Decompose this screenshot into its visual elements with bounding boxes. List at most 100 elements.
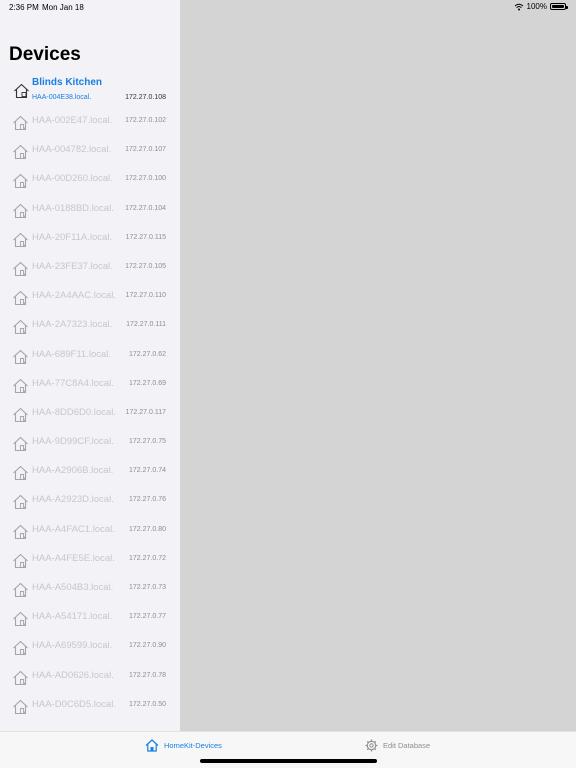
device-row[interactable]: HAA-A4FE5E.local. 172.27.0.72 bbox=[0, 544, 180, 573]
house-icon bbox=[13, 611, 28, 627]
device-ip: 172.27.0.90 bbox=[129, 642, 166, 650]
device-ip: 172.27.0.50 bbox=[129, 700, 166, 708]
device-row[interactable]: HAA-A504B3.local. 172.27.0.73 bbox=[0, 573, 180, 602]
house-icon bbox=[145, 739, 159, 752]
device-host: HAA-23FE37.local. bbox=[32, 260, 113, 272]
device-ip: 172.27.0.108 bbox=[125, 94, 166, 101]
device-ip: 172.27.0.102 bbox=[125, 117, 166, 124]
device-row[interactable]: HAA-9D99CF.local. 172.27.0.75 bbox=[0, 427, 180, 456]
device-row[interactable]: HAA-004782.local. 172.27.0.107 bbox=[0, 135, 180, 164]
device-host: HAA-002E47.local. bbox=[32, 115, 113, 126]
device-row[interactable]: HAA-2A7323.local. 172.27.0.111 bbox=[0, 310, 180, 339]
device-row[interactable]: HAA-002E47.local. 172.27.0.102 bbox=[0, 106, 180, 135]
device-row[interactable]: HAA-A69599.local. 172.27.0.90 bbox=[0, 631, 180, 660]
house-icon bbox=[13, 699, 28, 714]
tab-label: Edit Database bbox=[383, 741, 431, 750]
house-icon bbox=[13, 378, 28, 393]
house-icon bbox=[13, 582, 28, 598]
page-title: Devices bbox=[9, 44, 81, 65]
device-host: HAA-20F11A.local. bbox=[32, 231, 113, 243]
status-bar: 2:36 PM Mon Jan 18 100% bbox=[0, 0, 576, 16]
device-host: HAA-A2906B.local. bbox=[32, 465, 114, 477]
device-row-selected[interactable]: Blinds Kitchen HAA-004E38.local. 172.27.… bbox=[0, 73, 180, 106]
device-row[interactable]: HAA-00D260.local. 172.27.0.100 bbox=[0, 164, 180, 193]
device-host: HAA-9D99CF.local. bbox=[32, 436, 114, 448]
house-icon bbox=[13, 524, 28, 539]
device-ip: 172.27.0.111 bbox=[126, 321, 166, 329]
house-icon bbox=[13, 203, 28, 218]
gear-icon bbox=[365, 739, 378, 752]
device-ip: 172.27.0.110 bbox=[125, 292, 166, 300]
device-ip: 172.27.0.80 bbox=[129, 525, 166, 533]
device-row[interactable]: HAA-8DD6D0.local. 172.27.0.117 bbox=[0, 398, 180, 427]
device-list: Blinds Kitchen HAA-004E38.local. 172.27.… bbox=[0, 73, 180, 719]
device-ip: 172.27.0.107 bbox=[125, 146, 166, 154]
device-host: HAA-0188BD.local. bbox=[32, 202, 114, 214]
battery-icon bbox=[550, 3, 568, 10]
house-icon bbox=[13, 115, 28, 131]
device-host: HAA-689F11.local. bbox=[32, 348, 112, 360]
house-icon bbox=[14, 83, 29, 99]
house-icon bbox=[13, 349, 28, 364]
house-icon bbox=[13, 495, 28, 510]
house-icon bbox=[13, 641, 28, 656]
device-host: HAA-2A7323.local. bbox=[32, 319, 113, 331]
house-icon bbox=[13, 144, 28, 160]
device-row[interactable]: HAA-A54171.local. 172.27.0.77 bbox=[0, 602, 180, 631]
tab-homekit-devices[interactable]: HomeKit-Devices bbox=[145, 739, 222, 752]
tab-edit-database[interactable]: Edit Database bbox=[365, 739, 430, 752]
device-row[interactable]: HAA-23FE37.local. 172.27.0.105 bbox=[0, 252, 180, 281]
device-ip: 172.27.0.74 bbox=[129, 467, 166, 475]
house-icon bbox=[13, 436, 28, 452]
device-row[interactable]: HAA-0188BD.local. 172.27.0.104 bbox=[0, 194, 180, 223]
device-host: HAA-A4FAC1.local. bbox=[32, 523, 115, 535]
detail-pane bbox=[180, 0, 576, 731]
battery-percent: 100% bbox=[526, 2, 547, 11]
device-row[interactable]: HAA-A2923D.local. 172.27.0.76 bbox=[0, 485, 180, 514]
device-row[interactable]: HAA-A2906B.local. 172.27.0.74 bbox=[0, 456, 180, 485]
device-host: HAA-2A4AAC.local. bbox=[32, 290, 116, 302]
tab-label: HomeKit-Devices bbox=[164, 741, 222, 750]
device-row[interactable]: HAA-689F11.local. 172.27.0.62 bbox=[0, 340, 180, 369]
device-ip: 172.27.0.115 bbox=[125, 233, 166, 241]
device-ip: 172.27.0.76 bbox=[129, 496, 166, 504]
status-time: 2:36 PM bbox=[9, 3, 39, 12]
house-icon bbox=[13, 174, 28, 189]
device-row[interactable]: HAA-77C8A4.local. 172.27.0.69 bbox=[0, 369, 180, 398]
status-date: Mon Jan 18 bbox=[42, 3, 84, 12]
device-ip: 172.27.0.75 bbox=[129, 438, 166, 446]
device-host: HAA-77C8A4.local. bbox=[32, 377, 114, 389]
device-ip: 172.27.0.104 bbox=[125, 204, 166, 212]
device-host: HAA-004E38.local. bbox=[32, 94, 92, 101]
device-host: HAA-8DD6D0.local. bbox=[32, 406, 116, 418]
device-row[interactable]: HAA-20F11A.local. 172.27.0.115 bbox=[0, 223, 180, 252]
device-host: HAA-A4FE5E.local. bbox=[32, 552, 115, 564]
device-ip: 172.27.0.117 bbox=[125, 408, 166, 416]
device-sidebar: Devices Blinds Kitchen HAA-004E38.local.… bbox=[0, 0, 180, 731]
house-icon bbox=[13, 261, 28, 276]
house-icon bbox=[13, 407, 28, 422]
house-icon bbox=[13, 465, 28, 481]
device-ip: 172.27.0.69 bbox=[129, 379, 166, 387]
wifi-icon bbox=[514, 3, 523, 10]
device-host: HAA-004782.local. bbox=[32, 144, 112, 156]
device-ip: 172.27.0.78 bbox=[129, 671, 166, 679]
device-host: HAA-D0C6D5.local. bbox=[32, 698, 116, 710]
device-host: HAA-A69599.local. bbox=[32, 640, 113, 652]
device-ip: 172.27.0.72 bbox=[129, 554, 166, 562]
device-ip: 172.27.0.105 bbox=[125, 262, 166, 270]
house-icon bbox=[13, 320, 28, 335]
device-host: HAA-A2923D.local. bbox=[32, 494, 114, 506]
device-ip: 172.27.0.62 bbox=[129, 350, 166, 358]
house-icon bbox=[13, 290, 28, 306]
device-ip: 172.27.0.73 bbox=[129, 584, 166, 591]
house-icon bbox=[13, 232, 28, 247]
home-indicator bbox=[200, 759, 377, 763]
device-row[interactable]: HAA-AD0626.local. 172.27.0.78 bbox=[0, 661, 180, 690]
device-host: HAA-00D260.local. bbox=[32, 173, 113, 185]
device-row[interactable]: HAA-D0C6D5.local. 172.27.0.50 bbox=[0, 690, 180, 719]
device-row[interactable]: HAA-2A4AAC.local. 172.27.0.110 bbox=[0, 281, 180, 310]
device-ip: 172.27.0.77 bbox=[129, 613, 166, 621]
device-row[interactable]: HAA-A4FAC1.local. 172.27.0.80 bbox=[0, 515, 180, 544]
house-icon bbox=[13, 553, 28, 568]
